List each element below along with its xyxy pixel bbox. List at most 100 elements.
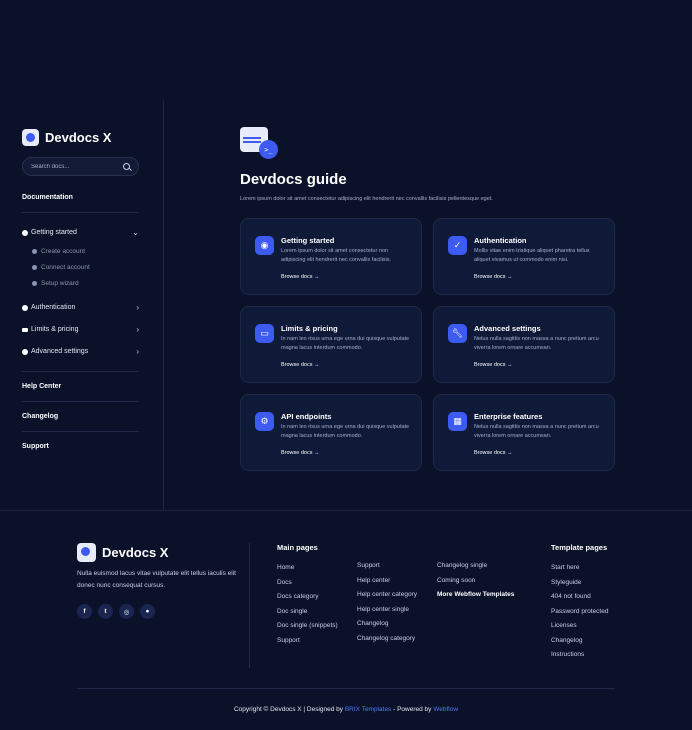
footer-link[interactable]: Changelog bbox=[551, 637, 608, 652]
card-getting-started[interactable]: ◉ Getting started Lorem ipsum dolor sit … bbox=[240, 218, 422, 295]
chevron-right-icon: › bbox=[136, 303, 139, 312]
instagram-icon[interactable]: ◎ bbox=[119, 604, 134, 619]
footer-heading: Main pages bbox=[277, 543, 318, 552]
card-limits-pricing[interactable]: ▭ Limits & pricing In nam leo risus urna… bbox=[240, 306, 422, 383]
divider bbox=[22, 431, 139, 432]
docs-terminal-icon: >_ bbox=[240, 127, 280, 161]
footer-link[interactable]: Help center single bbox=[357, 606, 417, 621]
browse-docs-link[interactable]: Browse docs → bbox=[474, 450, 513, 456]
footer-col-main-1: Main pages Home Docs Docs category Doc s… bbox=[277, 543, 338, 651]
search-box bbox=[22, 157, 139, 176]
arrow-right-icon: → bbox=[314, 274, 320, 280]
browse-docs-link[interactable]: Browse docs → bbox=[281, 274, 320, 280]
footer-logo[interactable]: Devdocs X bbox=[77, 543, 168, 562]
twitter-icon[interactable]: t bbox=[98, 604, 113, 619]
sidebar-subitem-label: Setup wizard bbox=[41, 280, 79, 287]
check-badge-icon: ✓ bbox=[448, 236, 467, 255]
sidebar-subitem-label: Create account bbox=[41, 248, 86, 255]
logo-text: Devdocs X bbox=[102, 545, 169, 560]
sidebar-subitem-create-account[interactable]: Create account bbox=[32, 248, 141, 255]
star-icon bbox=[32, 281, 37, 286]
search-icon[interactable] bbox=[123, 163, 130, 170]
sidebar: Devdocs X Documentation Getting started … bbox=[0, 100, 164, 510]
footer-col-main-2: Support Help center Help center category… bbox=[357, 562, 417, 649]
footer-link[interactable]: Doc single (snippets) bbox=[277, 622, 338, 637]
social-links: f t ◎ ● bbox=[77, 604, 155, 619]
footer: Devdocs X Nulla euismod lacus vitae vulp… bbox=[0, 510, 692, 730]
footer-link[interactable]: Changelog category bbox=[357, 635, 417, 650]
footer-link[interactable]: Styleguide bbox=[551, 579, 608, 594]
footer-link[interactable]: Support bbox=[277, 637, 338, 652]
sidebar-item-advanced-settings[interactable]: Advanced settings › bbox=[22, 347, 139, 356]
footer-link[interactable]: Doc single bbox=[277, 608, 338, 623]
footer-link[interactable]: Password protected bbox=[551, 608, 608, 623]
arrow-right-icon: → bbox=[507, 274, 513, 280]
credit-card-icon bbox=[22, 327, 28, 332]
brix-templates-link[interactable]: BRIX Templates bbox=[345, 706, 391, 713]
chevron-right-icon: › bbox=[136, 325, 139, 334]
logo-icon bbox=[77, 543, 96, 562]
card-text: In nam leo risus urna ege urna dui quisq… bbox=[281, 336, 410, 351]
sidebar-item-support[interactable]: Support bbox=[22, 443, 141, 450]
browse-docs-link[interactable]: Browse docs → bbox=[281, 362, 320, 368]
card-authentication[interactable]: ✓ Authentication Mollis vitae enim trist… bbox=[433, 218, 615, 295]
footer-link[interactable]: Changelog single bbox=[437, 562, 514, 577]
wrench-icon: 🔧︎ bbox=[448, 324, 467, 343]
sidebar-item-changelog[interactable]: Changelog bbox=[22, 413, 141, 420]
footer-link[interactable]: Help center bbox=[357, 577, 417, 592]
footer-link[interactable]: Licenses bbox=[551, 622, 608, 637]
sidebar-subitem-setup-wizard[interactable]: Setup wizard bbox=[32, 280, 141, 287]
sidebar-item-getting-started[interactable]: Getting started ⌄ bbox=[22, 228, 139, 237]
sidebar-item-label: Getting started bbox=[31, 229, 77, 236]
card-api-endpoints[interactable]: ⚙ API endpoints In nam leo risus urna eg… bbox=[240, 394, 422, 471]
card-text: Lorem ipsum dolor sit amet consectetur n… bbox=[281, 248, 392, 263]
footer-link[interactable]: Docs category bbox=[277, 593, 338, 608]
sidebar-item-label: Authentication bbox=[31, 304, 76, 311]
logo-text: Devdocs X bbox=[45, 130, 112, 145]
page-title: Devdocs guide bbox=[240, 171, 347, 188]
divider bbox=[22, 401, 139, 402]
chevron-right-icon: › bbox=[136, 347, 139, 356]
card-title: Limits & pricing bbox=[281, 324, 338, 333]
sidebar-subitem-connect-account[interactable]: Connect account bbox=[32, 264, 141, 271]
browse-docs-link[interactable]: Browse docs → bbox=[281, 450, 320, 456]
sidebar-subitem-label: Connect account bbox=[41, 264, 90, 271]
footer-link[interactable]: Support bbox=[357, 562, 417, 577]
card-title: API endpoints bbox=[281, 412, 332, 421]
browse-docs-link[interactable]: Browse docs → bbox=[474, 274, 513, 280]
facebook-icon[interactable]: f bbox=[77, 604, 92, 619]
sidebar-item-label: Limits & pricing bbox=[31, 326, 79, 333]
search-input[interactable] bbox=[31, 163, 111, 170]
divider bbox=[22, 212, 139, 213]
sidebar-item-label: Advanced settings bbox=[31, 348, 89, 355]
footer-link[interactable]: Docs bbox=[277, 579, 338, 594]
footer-link[interactable]: Home bbox=[277, 564, 338, 579]
sidebar-item-authentication[interactable]: Authentication › bbox=[22, 303, 139, 312]
footer-link[interactable]: Start here bbox=[551, 564, 608, 579]
main-content: >_ Devdocs guide Lorem ipsum dolor sit a… bbox=[240, 127, 620, 471]
card-text: In nam leo risus urna ege urna dui quisq… bbox=[281, 424, 410, 439]
webflow-link[interactable]: Webflow bbox=[433, 706, 458, 713]
footer-link[interactable]: Help center category bbox=[357, 591, 417, 606]
browse-docs-link[interactable]: Browse docs → bbox=[474, 362, 513, 368]
sidebar-logo[interactable]: Devdocs X bbox=[22, 129, 141, 146]
sidebar-item-documentation[interactable]: Documentation bbox=[22, 194, 141, 201]
footer-heading: Template pages bbox=[551, 543, 608, 552]
card-title: Enterprise features bbox=[474, 412, 543, 421]
card-advanced-settings[interactable]: 🔧︎ Advanced settings Netus nulla sagitti… bbox=[433, 306, 615, 383]
footer-link[interactable]: Coming soon bbox=[437, 577, 514, 592]
credit-card-icon: ▭ bbox=[255, 324, 274, 343]
sidebar-item-help-center[interactable]: Help Center bbox=[22, 383, 141, 390]
card-enterprise-features[interactable]: ▦ Enterprise features Netus nulla sagitt… bbox=[433, 394, 615, 471]
footer-link[interactable]: 404 not found bbox=[551, 593, 608, 608]
arrow-right-icon: → bbox=[507, 362, 513, 368]
more-templates-link[interactable]: More Webflow Templates bbox=[437, 591, 514, 606]
arrow-right-icon: → bbox=[314, 450, 320, 456]
gear-icon bbox=[22, 348, 28, 355]
footer-link[interactable]: Changelog bbox=[357, 620, 417, 635]
sidebar-item-limits-pricing[interactable]: Limits & pricing › bbox=[22, 325, 139, 334]
footer-bottom-divider bbox=[77, 688, 615, 689]
footer-description: Nulla euismod lacus vitae vulputate elit… bbox=[77, 570, 236, 589]
footer-link[interactable]: Instructions bbox=[551, 651, 608, 666]
github-icon[interactable]: ● bbox=[140, 604, 155, 619]
